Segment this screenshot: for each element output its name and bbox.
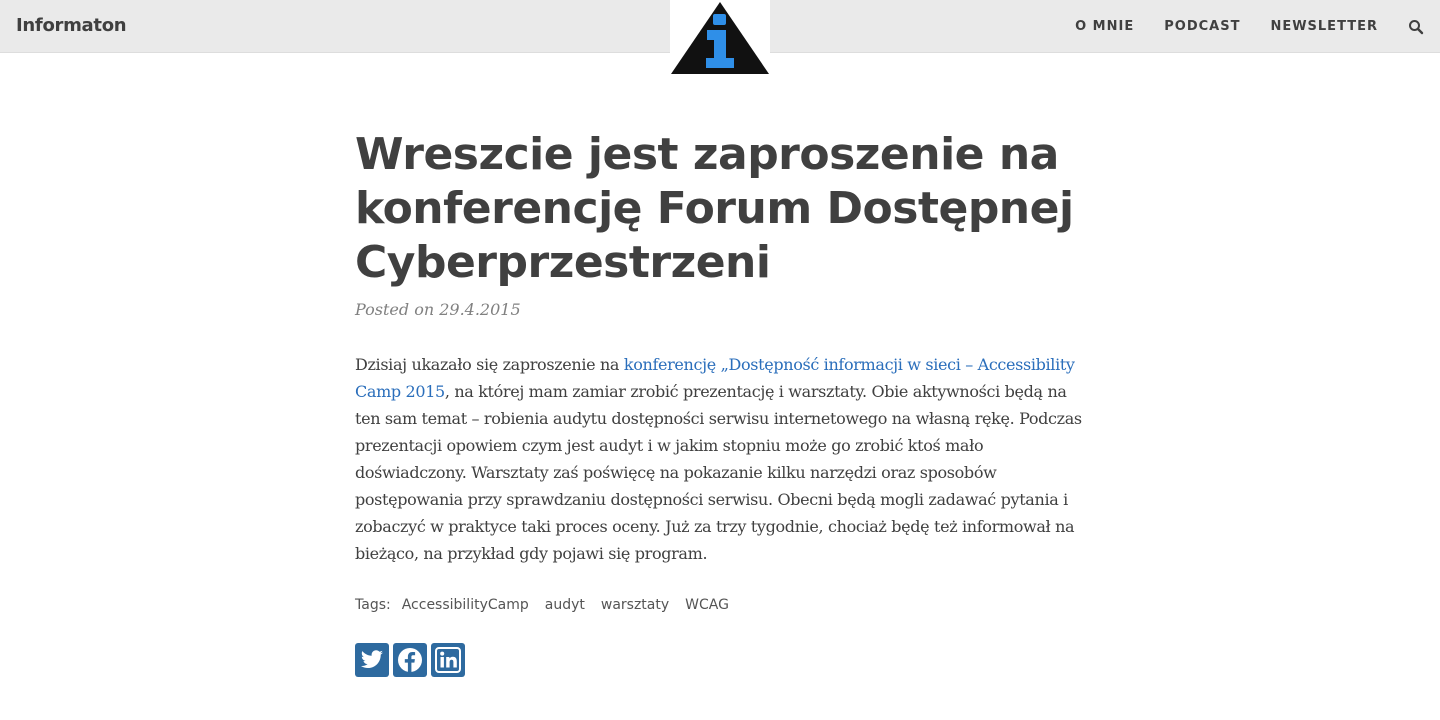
site-logo[interactable] [670, 0, 770, 76]
nav-link-newsletter[interactable]: NEWSLETTER [1270, 19, 1378, 34]
post-tags: Tags: AccessibilityCamp audyt warsztaty … [355, 597, 1090, 613]
linkedin-icon [435, 647, 461, 673]
tag-link[interactable]: warsztaty [601, 597, 669, 613]
tag-link[interactable]: WCAG [685, 597, 729, 613]
post-date: Posted on 29.4.2015 [355, 300, 521, 319]
post-article: Wreszcie jest zaproszenie na konferencję… [355, 128, 1090, 677]
twitter-icon [361, 650, 383, 668]
nav-link-o-mnie[interactable]: O MNIE [1075, 19, 1134, 34]
post-body: Dzisiaj ukazało się zaproszenie na konfe… [355, 351, 1085, 567]
nav-link-podcast[interactable]: PODCAST [1164, 19, 1240, 34]
brand-link[interactable]: Informaton [16, 15, 127, 36]
post-body-intro: Dzisiaj ukazało się zaproszenie na [355, 355, 624, 374]
tag-link[interactable]: AccessibilityCamp [402, 597, 529, 613]
tags-label: Tags: [355, 597, 391, 613]
share-buttons [355, 643, 1090, 677]
tag-link[interactable]: audyt [545, 597, 585, 613]
info-triangle-logo-icon [671, 2, 769, 74]
search-icon[interactable] [1408, 19, 1424, 35]
nav-links: O MNIE PODCAST NEWSLETTER [1045, 0, 1424, 53]
post-body-text: , na której mam zamiar zrobić prezentacj… [355, 382, 1082, 563]
facebook-icon [398, 648, 422, 672]
share-twitter-button[interactable] [355, 643, 389, 677]
share-linkedin-button[interactable] [431, 643, 465, 677]
share-facebook-button[interactable] [393, 643, 427, 677]
post-title: Wreszcie jest zaproszenie na konferencję… [355, 129, 1074, 288]
